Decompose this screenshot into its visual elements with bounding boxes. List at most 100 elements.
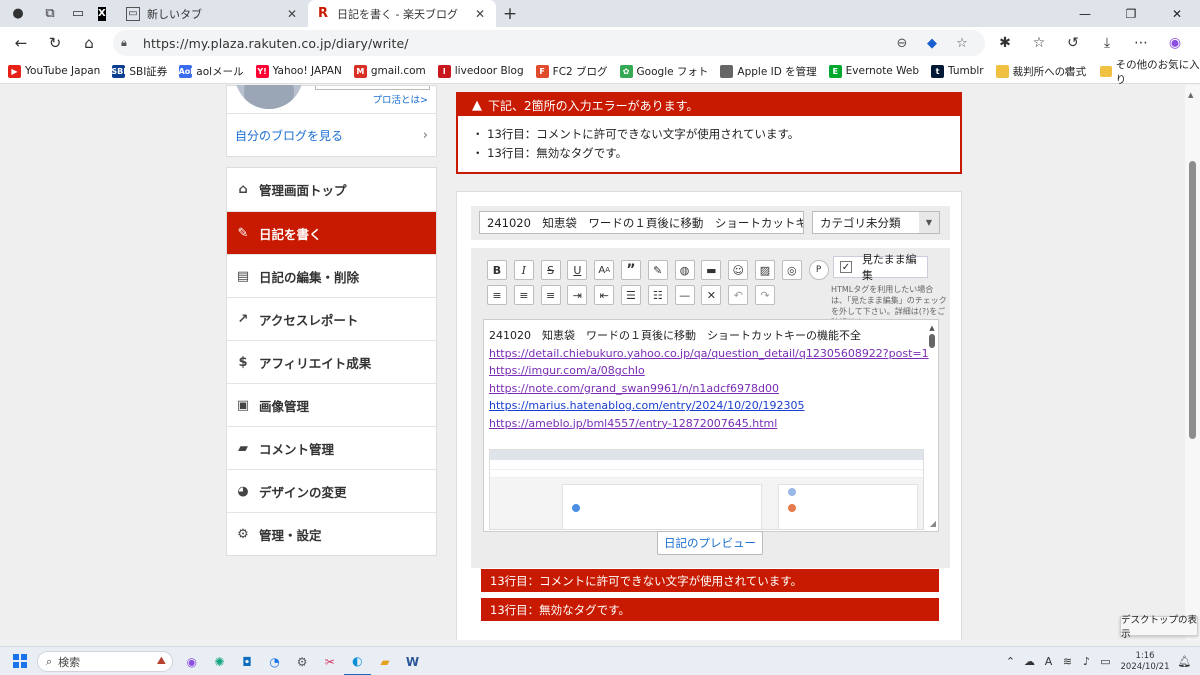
checkbox-checked-icon[interactable]: ✓ bbox=[840, 261, 852, 273]
image-insert-icon[interactable]: ▨ bbox=[754, 260, 775, 280]
other-favorites-folder[interactable]: その他のお気に入り bbox=[1100, 59, 1200, 86]
textarea-scrollbar[interactable]: ▲ ◢ bbox=[928, 324, 936, 528]
snipping-tool-icon[interactable]: ✂ bbox=[316, 647, 344, 675]
notification-bell-icon[interactable]: 🔔︎ bbox=[1175, 655, 1194, 668]
title-input[interactable]: 241020 知恵袋 ワードの１頁後に移動 ショートカットキーの機能 bbox=[479, 211, 804, 234]
quote-button[interactable]: ” bbox=[620, 260, 641, 280]
tab-new-tab[interactable]: ▭ 新しいタブ ✕ bbox=[118, 0, 308, 27]
wysiwyg-toggle[interactable]: ✓ 見たまま編集 bbox=[833, 253, 928, 282]
bookmark-item[interactable]: 裁判所への書式 bbox=[995, 64, 1086, 79]
redo-icon[interactable]: ↷ bbox=[754, 285, 775, 305]
scrollbar-thumb[interactable] bbox=[1189, 161, 1196, 439]
downloads-icon[interactable]: ⤓ bbox=[1090, 27, 1124, 59]
numbered-list-icon[interactable]: ☷ bbox=[647, 285, 668, 305]
edge-app-icon[interactable]: ◐ bbox=[343, 647, 372, 675]
sidebar-item-4[interactable]: ↗ アクセスレポート bbox=[227, 297, 436, 340]
bookmark-item[interactable]: Y! Yahoo! JAPAN bbox=[255, 64, 342, 78]
bullet-list-icon[interactable]: ☰ bbox=[620, 285, 641, 305]
wifi-icon[interactable]: ≋ bbox=[1058, 655, 1077, 668]
bookmark-item[interactable]: t Tumblr bbox=[931, 64, 984, 78]
italic-button[interactable]: I bbox=[513, 260, 534, 280]
favorite-star-icon[interactable]: ☆ bbox=[947, 36, 977, 51]
close-tab-icon[interactable]: ✕ bbox=[472, 7, 488, 21]
tab-actions-icon[interactable]: ▭ bbox=[64, 0, 92, 27]
coupon-tag-icon[interactable]: ◆ bbox=[917, 36, 947, 51]
more-bookmarks-chevron-icon[interactable]: › bbox=[1064, 59, 1069, 84]
bookmark-item[interactable]: ✿ Google フォト bbox=[619, 64, 708, 79]
edit-icon[interactable]: ✎ bbox=[647, 260, 668, 280]
minimize-button[interactable]: — bbox=[1062, 0, 1108, 27]
scroll-up-icon[interactable]: ▲ bbox=[1188, 91, 1193, 99]
sidebar-item-6[interactable]: ▣ 画像管理 bbox=[227, 383, 436, 426]
bookmark-item[interactable]: Mgmail.com bbox=[353, 64, 426, 78]
workspaces-icon[interactable]: ⧉ bbox=[36, 0, 64, 27]
body-link-ameblo[interactable]: https://ameblo.jp/bml4557/entry-12872007… bbox=[489, 415, 929, 433]
copilot-app-icon[interactable]: ◉ bbox=[178, 647, 206, 675]
refresh-button[interactable]: ↻ bbox=[38, 27, 72, 59]
chevron-up-icon[interactable]: ⌃ bbox=[1001, 655, 1020, 668]
tab-rakuten-diary[interactable]: R 日記を書く - 楽天ブログ ✕ bbox=[308, 0, 496, 27]
preview-button[interactable]: 日記のプレビュー bbox=[657, 531, 763, 555]
zoom-icon[interactable]: ⊖ bbox=[887, 36, 917, 51]
globe-link-icon[interactable]: ◍ bbox=[674, 260, 695, 280]
bookmark-item[interactable]: E Evernote Web bbox=[828, 64, 919, 78]
chatgpt-app-icon[interactable]: ✺ bbox=[206, 647, 234, 675]
instagram-icon[interactable]: ◎ bbox=[781, 260, 802, 280]
category-select[interactable]: カテゴリ未分類 ▼ bbox=[812, 211, 940, 234]
affiliate-p-icon[interactable]: P bbox=[808, 260, 829, 280]
undo-icon[interactable]: ↶ bbox=[728, 285, 749, 305]
sidebar-item-5[interactable]: $ アフィリエイト成果 bbox=[227, 340, 436, 383]
outlook-app-icon[interactable]: ◘ bbox=[233, 647, 261, 675]
pro-katsu-link[interactable]: プロ活とは> bbox=[373, 92, 428, 106]
sidebar-item-9[interactable]: ⚙ 管理・設定 bbox=[227, 512, 436, 555]
onedrive-icon[interactable]: ☁ bbox=[1020, 655, 1039, 668]
more-menu-icon[interactable]: ⋯ bbox=[1124, 27, 1158, 59]
taskbar-search[interactable]: ⌕ 検索 ⛰ bbox=[37, 651, 173, 672]
battery-icon[interactable]: ▭ bbox=[1096, 655, 1115, 668]
close-window-button[interactable]: ✕ bbox=[1154, 0, 1200, 27]
browser-app-icon[interactable]: ◔ bbox=[261, 647, 289, 675]
history-icon[interactable]: ↺ bbox=[1056, 27, 1090, 59]
word-app-icon[interactable]: W bbox=[399, 647, 427, 675]
body-link-hatena[interactable]: https://marius.hatenablog.com/entry/2024… bbox=[489, 397, 929, 415]
windows-start-icon[interactable] bbox=[13, 654, 27, 668]
sidebar-item-2[interactable]: ✎ 日記を書く bbox=[227, 211, 436, 254]
tab-x[interactable]: X bbox=[92, 0, 118, 27]
profile-icon[interactable]: ● bbox=[0, 0, 36, 27]
outdent-icon[interactable]: ⇤ bbox=[594, 285, 615, 305]
url-text[interactable]: https://my.plaza.rakuten.co.jp/diary/wri… bbox=[143, 36, 887, 51]
sidebar-item-7[interactable]: ▰ コメント管理 bbox=[227, 426, 436, 469]
align-center-icon[interactable]: ≡ bbox=[513, 285, 534, 305]
bookmark-item[interactable]: F FC2 ブログ bbox=[535, 64, 608, 79]
horizontal-rule-icon[interactable]: — bbox=[674, 285, 695, 305]
underline-button[interactable]: U bbox=[567, 260, 588, 280]
sidebar-item-8[interactable]: ◕ デザインの変更 bbox=[227, 469, 436, 512]
body-link-chiebukuro[interactable]: https://detail.chiebukuro.yahoo.co.jp/qa… bbox=[489, 345, 929, 363]
new-tab-button[interactable]: + bbox=[496, 0, 524, 27]
settings-app-icon[interactable]: ⚙ bbox=[288, 647, 316, 675]
favorites-icon[interactable]: ☆ bbox=[1022, 27, 1056, 59]
indent-icon[interactable]: ⇥ bbox=[567, 285, 588, 305]
address-bar[interactable]: 🔒︎ https://my.plaza.rakuten.co.jp/diary/… bbox=[113, 30, 985, 56]
copilot-icon[interactable]: ◉ bbox=[1158, 27, 1192, 59]
bookmark-item[interactable]: ▶ YouTube Japan bbox=[8, 64, 100, 78]
bookmark-item[interactable]: Aol aolメール bbox=[179, 64, 244, 79]
taskbar-clock[interactable]: 1:16 2024/10/21 bbox=[1115, 651, 1175, 673]
close-tab-icon[interactable]: ✕ bbox=[284, 7, 300, 21]
lock-icon[interactable]: 🔒︎ bbox=[121, 36, 143, 50]
sidebar-item-1[interactable]: ⌂ 管理画面トップ bbox=[227, 168, 436, 211]
clear-format-icon[interactable]: ✕ bbox=[701, 285, 722, 305]
body-textarea[interactable]: 241020 知恵袋 ワードの１頁後に移動 ショートカットキーの機能不全 htt… bbox=[483, 319, 939, 532]
resize-grip-icon[interactable]: ◢ bbox=[930, 519, 936, 528]
bold-button[interactable]: B bbox=[487, 260, 507, 280]
view-my-blog-link[interactable]: 自分のブログを見る › bbox=[227, 113, 436, 157]
align-right-icon[interactable]: ≡ bbox=[540, 285, 561, 305]
page-scrollbar[interactable]: ▲ ▼ bbox=[1185, 85, 1200, 640]
ime-mode-indicator[interactable]: A bbox=[1039, 655, 1058, 668]
body-link-note[interactable]: https://note.com/grand_swan9961/n/n1adcf… bbox=[489, 380, 929, 398]
align-left-icon[interactable]: ≡ bbox=[487, 285, 507, 305]
volume-icon[interactable]: ♪ bbox=[1077, 655, 1096, 668]
body-link-imgur[interactable]: https://imgur.com/a/08gchIo bbox=[489, 362, 929, 380]
bookmark-item[interactable]: l livedoor Blog bbox=[437, 64, 524, 78]
sidebar-item-3[interactable]: ▤ 日記の編集・削除 bbox=[227, 254, 436, 297]
